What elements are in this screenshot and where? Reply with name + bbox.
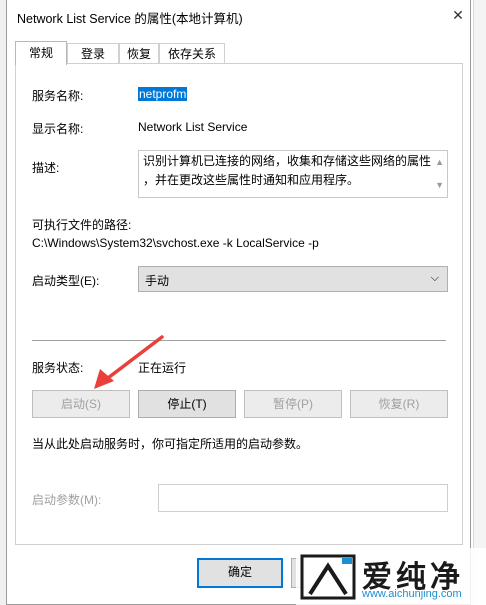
- background-window-right: [473, 0, 486, 605]
- service-name-value[interactable]: netprofm: [138, 87, 188, 101]
- start-button[interactable]: 启动(S): [32, 390, 130, 418]
- red-arrow-annotation: [94, 335, 164, 389]
- chevron-down-icon: ⌵: [430, 272, 439, 284]
- startup-type-select[interactable]: 手动 ⌵: [138, 266, 448, 292]
- properties-dialog: Network List Service 的属性(本地计算机) ✕ 常规 登录 …: [6, 0, 471, 605]
- service-name-text: netprofm: [138, 87, 188, 101]
- ok-button[interactable]: 确定: [197, 558, 283, 588]
- exe-path-label: 可执行文件的路径:: [32, 218, 132, 232]
- display-name-label: 显示名称:: [32, 122, 84, 136]
- stop-button[interactable]: 停止(T): [138, 390, 236, 418]
- display-name-value[interactable]: Network List Service: [138, 120, 247, 134]
- description-line-1: 识别计算机已连接的网络，收集和存储这些网络的属性: [143, 154, 432, 168]
- startup-type-value: 手动: [145, 274, 170, 288]
- tab-general[interactable]: 常规: [15, 41, 67, 65]
- brand-logo-icon: [300, 554, 356, 600]
- close-button[interactable]: ✕: [447, 4, 469, 26]
- scroll-down-icon[interactable]: ▼: [435, 176, 444, 195]
- scroll-up-icon[interactable]: ▲: [435, 153, 444, 172]
- tab-logon[interactable]: 登录: [67, 43, 119, 63]
- description-line-2: ，并在更改这些属性时通知和应用程序。: [143, 173, 360, 187]
- startup-type-label: 启动类型(E):: [32, 274, 100, 288]
- description-label: 描述:: [32, 161, 60, 175]
- window-title: Network List Service 的属性(本地计算机): [17, 12, 243, 26]
- title-bar[interactable]: Network List Service 的属性(本地计算机) ✕: [7, 0, 470, 32]
- tab-recovery[interactable]: 恢复: [119, 43, 159, 63]
- pause-button[interactable]: 暂停(P): [244, 390, 342, 418]
- general-panel: 服务名称: netprofm 显示名称: Network List Servic…: [15, 63, 463, 545]
- service-status-label: 服务状态:: [32, 361, 84, 375]
- watermark-url: www.aichunjing.com: [362, 588, 462, 600]
- start-params-label: 启动参数(M):: [32, 493, 102, 507]
- start-params-input[interactable]: [158, 484, 448, 512]
- resume-button[interactable]: 恢复(R): [350, 390, 448, 418]
- tab-dependencies[interactable]: 依存关系: [159, 43, 225, 63]
- description-box[interactable]: 识别计算机已连接的网络，收集和存储这些网络的属性 ，并在更改这些属性时通知和应用…: [138, 150, 448, 198]
- exe-path-value[interactable]: C:\Windows\System32\svchost.exe -k Local…: [32, 236, 319, 250]
- service-name-label: 服务名称:: [32, 89, 84, 103]
- watermark: 爱纯净 www.aichunjing.com: [296, 548, 486, 605]
- start-params-hint: 当从此处启动服务时，你可指定所适用的启动参数。: [32, 437, 309, 451]
